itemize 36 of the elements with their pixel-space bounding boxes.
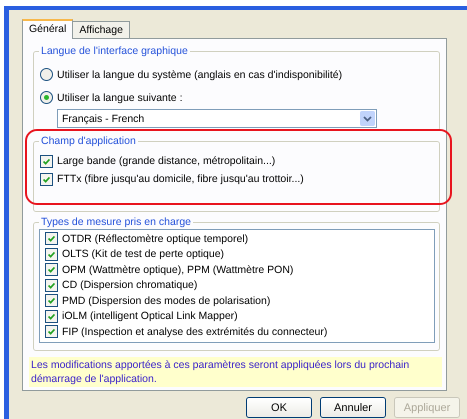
info-note: Les modifications apportées à ces paramètres seront appliquées lors du prochain démarrage de l'application. xyxy=(29,357,442,387)
option-label: Large bande (grande distance, métropolitain...) xyxy=(57,155,276,167)
option-label: Utiliser la langue du système (anglais en cas d'indisponibilité) xyxy=(57,68,342,80)
checkbox[interactable] xyxy=(45,232,58,246)
checkmark-icon xyxy=(46,264,57,276)
dropdown-value: Français - French xyxy=(62,112,144,124)
checkbox[interactable] xyxy=(40,154,53,168)
checkbox[interactable] xyxy=(45,248,58,261)
checkbox[interactable] xyxy=(45,325,58,338)
option-label: OTDR (Réflectomètre optique temporel) xyxy=(62,232,248,245)
option-label: CD (Dispersion chromatique) xyxy=(62,279,198,292)
option-label: iOLM (intelligent Optical Link Mapper) xyxy=(62,310,238,322)
checkbox[interactable] xyxy=(40,172,53,186)
tab[interactable]: Affichage xyxy=(72,21,130,38)
radio-button[interactable] xyxy=(40,68,53,81)
option-label: PMD (Dispersion des modes de polarisation) xyxy=(62,294,270,307)
checkbox[interactable] xyxy=(45,294,58,308)
radio-button[interactable] xyxy=(40,91,53,104)
tab[interactable]: Général xyxy=(22,19,74,39)
dialog-button[interactable]: Annuler xyxy=(320,397,386,418)
dialog-button[interactable]: OK xyxy=(246,397,312,418)
group-title: Langue de l'interface graphique xyxy=(39,45,190,57)
checkmark-icon xyxy=(46,326,57,338)
checkmark-icon xyxy=(46,295,57,306)
checkmark-icon xyxy=(46,233,57,244)
option-label: Utiliser la langue suivante : xyxy=(57,92,182,104)
option-label: FIP (Inspection et analyse des extrémités du connecteur) xyxy=(62,326,328,338)
checkbox[interactable] xyxy=(45,263,58,276)
option-label: FTTx (fibre jusqu'au domicile, fibre jusqu'au trottoir...) xyxy=(57,173,304,185)
group-title: Champ d'application xyxy=(39,135,138,147)
checkbox[interactable] xyxy=(45,278,58,292)
option-label: OPM (Wattmètre optique), PPM (Wattmètre PON) xyxy=(62,264,294,276)
option-label: OLTS (Kit de test de perte optique) xyxy=(62,248,224,260)
group-title: Types de mesure pris en charge xyxy=(39,216,193,228)
language-dropdown[interactable]: Français - French xyxy=(57,109,377,128)
checkbox[interactable] xyxy=(45,310,58,323)
